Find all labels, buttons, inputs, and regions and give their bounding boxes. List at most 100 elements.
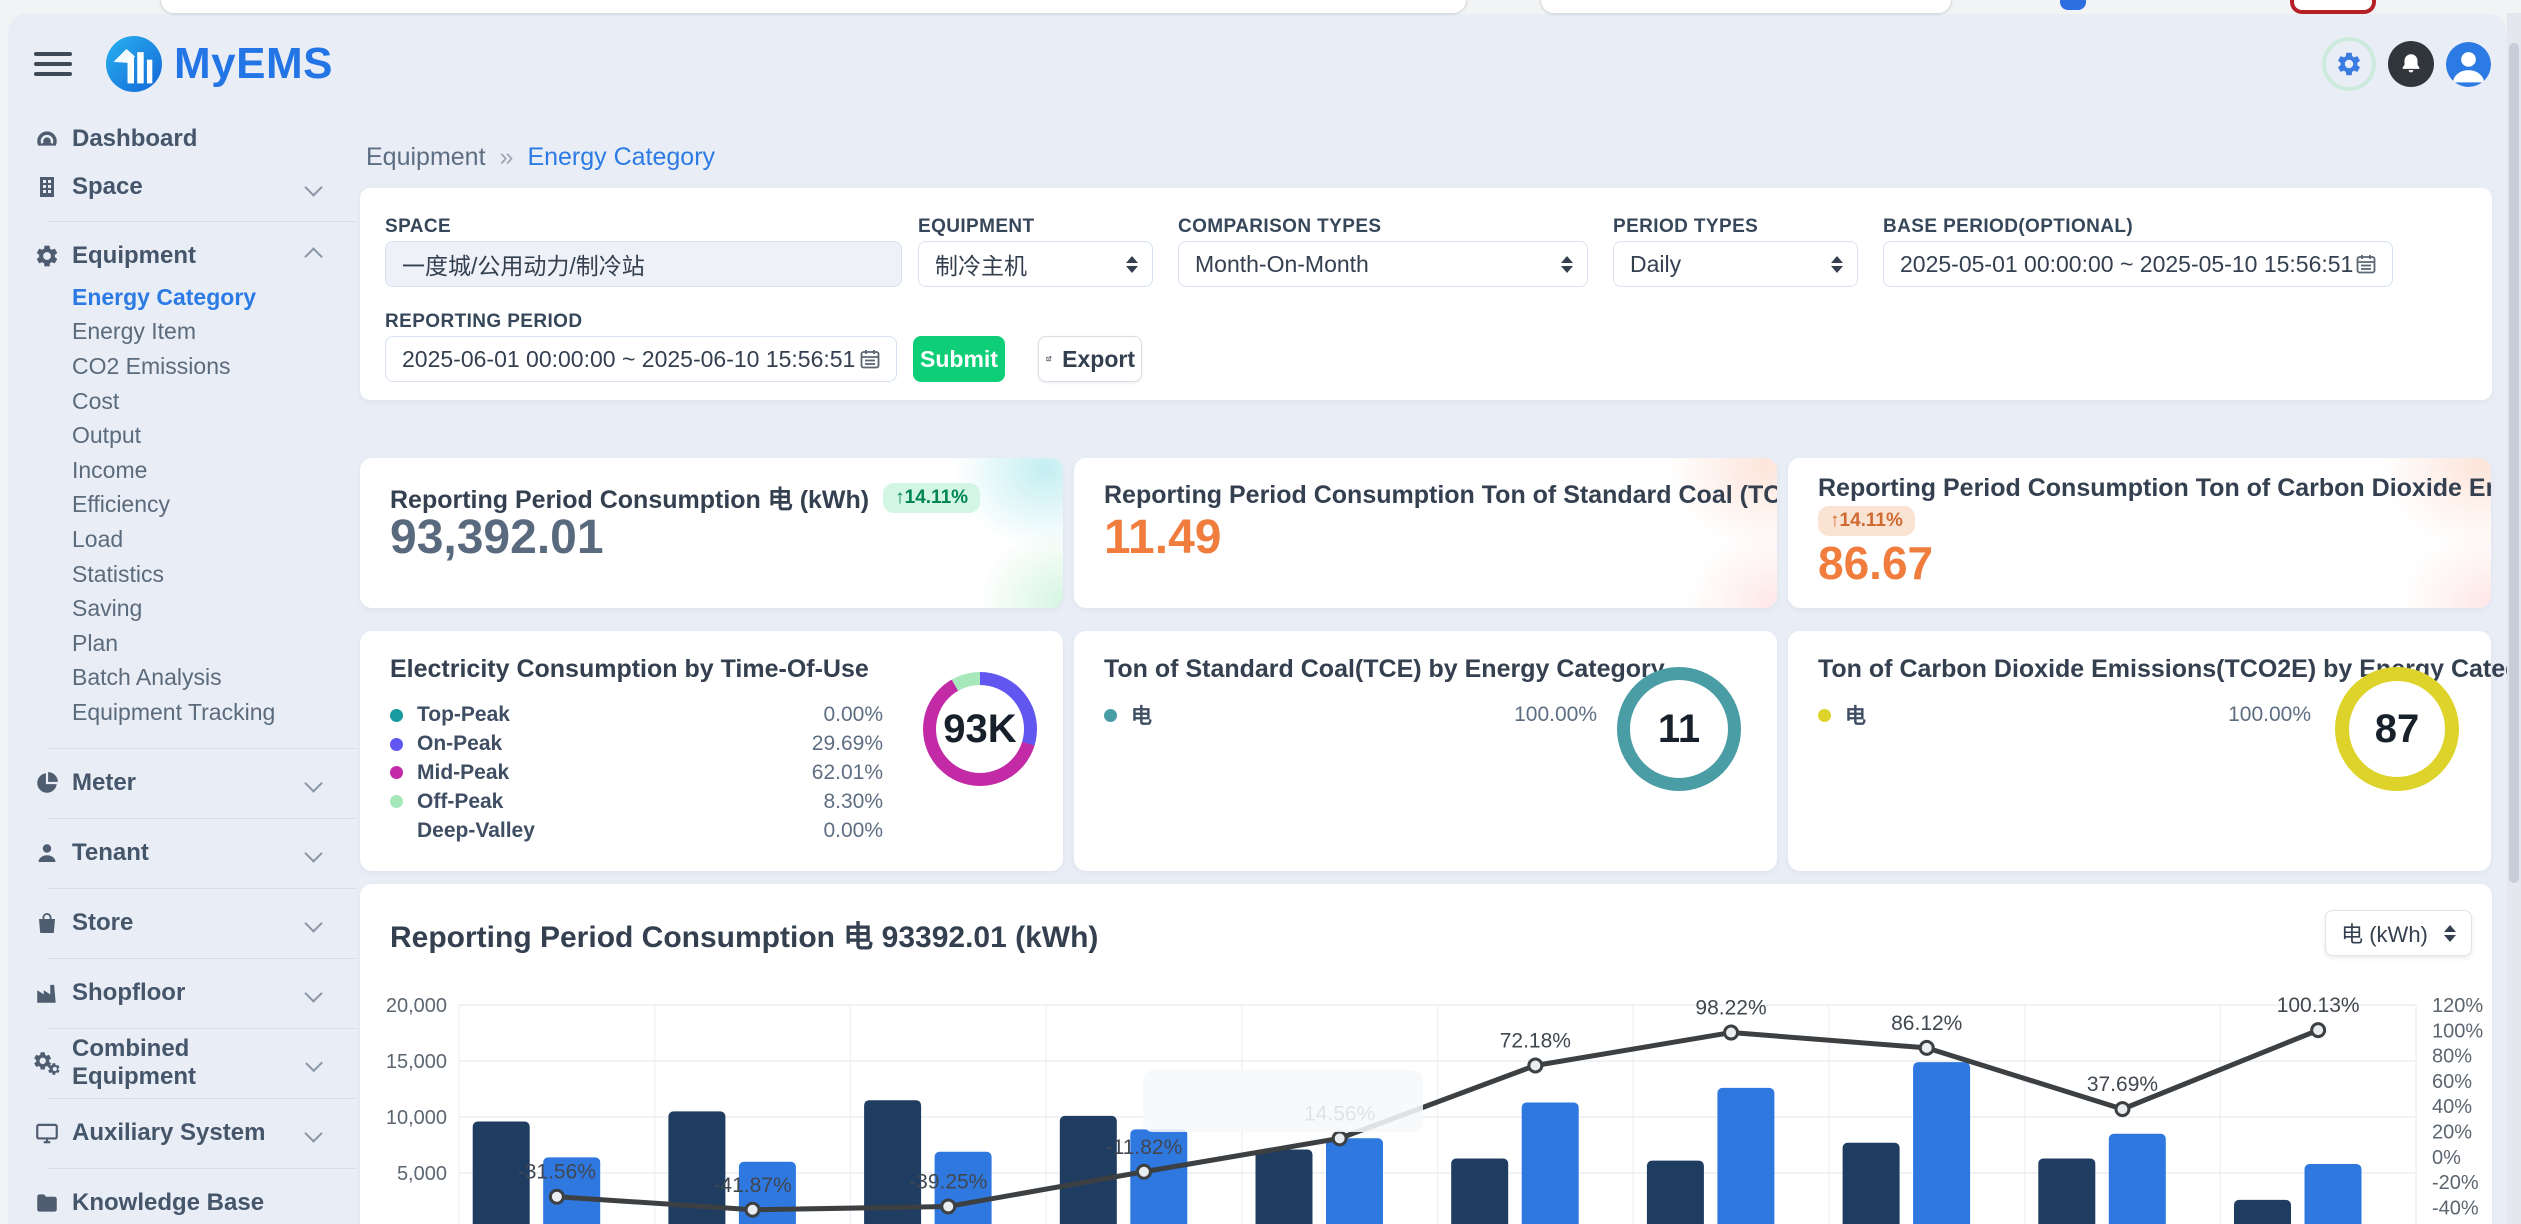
sidebar-item-shopfloor[interactable]: Shopfloor	[8, 959, 358, 1028]
sidebar-subitem-cost[interactable]: Cost	[8, 384, 358, 419]
legend-dot-icon	[390, 738, 403, 751]
calendar-icon	[858, 347, 882, 371]
donut-card-tce: Ton of Standard Coal(TCE) by Energy Cate…	[1074, 631, 1777, 871]
sidebar-subitem-load[interactable]: Load	[8, 522, 358, 557]
user-avatar[interactable]	[2446, 42, 2491, 87]
reporting-period-label: REPORTING PERIOD	[385, 311, 582, 333]
bar-chart-plot: 20,00015,00010,0005,000120%100%80%60%40%…	[378, 990, 2507, 1224]
sidebar-subitem-saving[interactable]: Saving	[8, 591, 358, 626]
base-period-label: BASE PERIOD(OPTIONAL)	[1883, 216, 2133, 238]
settings-gear-icon[interactable]	[2322, 37, 2376, 91]
sidebar-subitem-co2-emissions[interactable]: CO2 Emissions	[8, 349, 358, 384]
legend-label: 电	[1845, 700, 1866, 730]
browser-chrome-strip	[0, 0, 2521, 14]
sidebar-item-knowledge-base[interactable]: Knowledge Base	[8, 1169, 358, 1224]
sidebar-subitem-output[interactable]: Output	[8, 418, 358, 453]
browser-secondary-bar[interactable]	[1540, 0, 1952, 14]
svg-text:15,000: 15,000	[386, 1051, 447, 1073]
legend-row: Off-Peak8.30%	[390, 787, 883, 816]
factory-icon	[32, 980, 62, 1006]
trend-badge: ↑14.11%	[883, 483, 980, 513]
chevron-down-icon	[304, 774, 322, 792]
sidebar-subitem-plan[interactable]: Plan	[8, 626, 358, 661]
sidebar-subitem-efficiency[interactable]: Efficiency	[8, 488, 358, 523]
sidebar-subitem-energy-category[interactable]: Energy Category	[8, 280, 358, 315]
top-navbar: MyEMS	[8, 13, 2507, 115]
legend-percentage: 29.69%	[812, 732, 883, 756]
stat-card-value: 86.67	[1818, 536, 1933, 590]
svg-text:-40%: -40%	[2432, 1197, 2479, 1219]
donut-card-title: Electricity Consumption by Time-Of-Use	[390, 655, 869, 684]
donut-card-tco2e: Ton of Carbon Dioxide Emissions(TCO2E) b…	[1788, 631, 2491, 871]
comparison-types-select[interactable]: Month-On-Month	[1178, 241, 1588, 287]
equipment-select[interactable]: 制冷主机	[918, 241, 1153, 287]
svg-text:-31.56%: -31.56%	[518, 1161, 596, 1184]
period-types-label: PERIOD TYPES	[1613, 216, 1758, 238]
sidebar-subitem-statistics[interactable]: Statistics	[8, 557, 358, 592]
main-content: Equipment » Energy Category SPACE 一度城/公用…	[358, 115, 2507, 1224]
donut-legend: 电100.00%	[1104, 701, 1597, 730]
svg-text:-11.82%: -11.82%	[1106, 1136, 1183, 1159]
svg-text:-20%: -20%	[2432, 1172, 2479, 1194]
person-icon	[32, 840, 62, 866]
donut-center-label: 11	[1658, 707, 1700, 752]
sidebar-subitem-energy-item[interactable]: Energy Item	[8, 315, 358, 350]
export-button[interactable]: Export	[1038, 336, 1142, 382]
reporting-period-input[interactable]: 2025-06-01 00:00:00 ~ 2025-06-10 15:56:5…	[385, 336, 897, 382]
breadcrumb-current[interactable]: Energy Category	[527, 143, 715, 172]
svg-text:20,000: 20,000	[386, 995, 447, 1017]
chart-tooltip-ghost	[1143, 1070, 1423, 1132]
svg-text:60%: 60%	[2432, 1071, 2472, 1093]
unit-select[interactable]: 电 (kWh)	[2325, 910, 2472, 956]
stat-card-kwh: Reporting Period Consumption 电 (kWh) ↑14…	[360, 458, 1063, 608]
sidebar-item-store[interactable]: Store	[8, 889, 358, 958]
chevron-down-icon	[304, 844, 322, 862]
equipment-label: EQUIPMENT	[918, 216, 1035, 238]
svg-text:20%: 20%	[2432, 1122, 2472, 1144]
gears-icon	[32, 1050, 62, 1076]
sidebar-item-combined-equipment[interactable]: Combined Equipment	[8, 1029, 358, 1098]
sidebar-item-equipment[interactable]: Equipment	[8, 232, 358, 280]
app-logo[interactable]: MyEMS	[106, 36, 333, 92]
comparison-types-label: COMPARISON TYPES	[1178, 216, 1381, 238]
filter-panel: SPACE 一度城/公用动力/制冷站 EQUIPMENT 制冷主机 COMPAR…	[360, 188, 2492, 400]
folder-icon	[32, 1190, 62, 1216]
space-input[interactable]: 一度城/公用动力/制冷站	[385, 241, 902, 287]
notifications-bell-icon[interactable]	[2388, 41, 2434, 87]
sidebar-item-meter[interactable]: Meter	[8, 749, 358, 818]
legend-label: Off-Peak	[417, 790, 503, 814]
sidebar-item-label: Store	[72, 909, 133, 937]
select-arrows-icon	[2444, 925, 2456, 942]
sidebar-subitem-equipment-tracking[interactable]: Equipment Tracking	[8, 695, 358, 730]
legend-row: Top-Peak0.00%	[390, 701, 883, 730]
sidebar-item-label: Dashboard	[72, 125, 197, 153]
sidebar-item-label: Shopfloor	[72, 979, 185, 1007]
sidebar-item-label: Knowledge Base	[72, 1189, 264, 1217]
hamburger-menu-icon[interactable]	[34, 49, 72, 79]
calendar-icon	[2354, 252, 2378, 276]
sidebar-item-tenant[interactable]: Tenant	[8, 819, 358, 888]
bar-chart-title: Reporting Period Consumption 电 93392.01 …	[390, 912, 1098, 956]
legend-percentage: 100.00%	[2228, 703, 2311, 727]
svg-text:37.69%: 37.69%	[2087, 1073, 2158, 1096]
legend-percentage: 62.01%	[812, 761, 883, 785]
legend-dot-icon	[1104, 709, 1117, 722]
period-types-select[interactable]: Daily	[1613, 241, 1858, 287]
sidebar-subitem-batch-analysis[interactable]: Batch Analysis	[8, 661, 358, 696]
submit-button[interactable]: Submit	[913, 336, 1005, 382]
sidebar-item-space[interactable]: Space	[8, 163, 358, 211]
browser-url-bar[interactable]	[160, 0, 1467, 14]
base-period-input[interactable]: 2025-05-01 00:00:00 ~ 2025-05-10 15:56:5…	[1883, 241, 2393, 287]
legend-dot-empty	[390, 824, 403, 837]
sidebar-item-auxiliary-system[interactable]: Auxiliary System	[8, 1099, 358, 1168]
sidebar-subitem-income[interactable]: Income	[8, 453, 358, 488]
browser-red-button-fragment[interactable]	[2290, 0, 2376, 14]
page-scrollbar[interactable]	[2507, 13, 2521, 1224]
breadcrumb-parent[interactable]: Equipment	[366, 143, 486, 172]
sidebar-item-label: Combined Equipment	[72, 1035, 308, 1091]
sidebar-item-dashboard[interactable]: Dashboard	[8, 115, 358, 163]
shopping-bag-icon	[32, 910, 62, 936]
svg-text:120%: 120%	[2432, 995, 2483, 1017]
logo-text: MyEMS	[174, 39, 333, 89]
scrollbar-thumb[interactable]	[2509, 43, 2519, 883]
